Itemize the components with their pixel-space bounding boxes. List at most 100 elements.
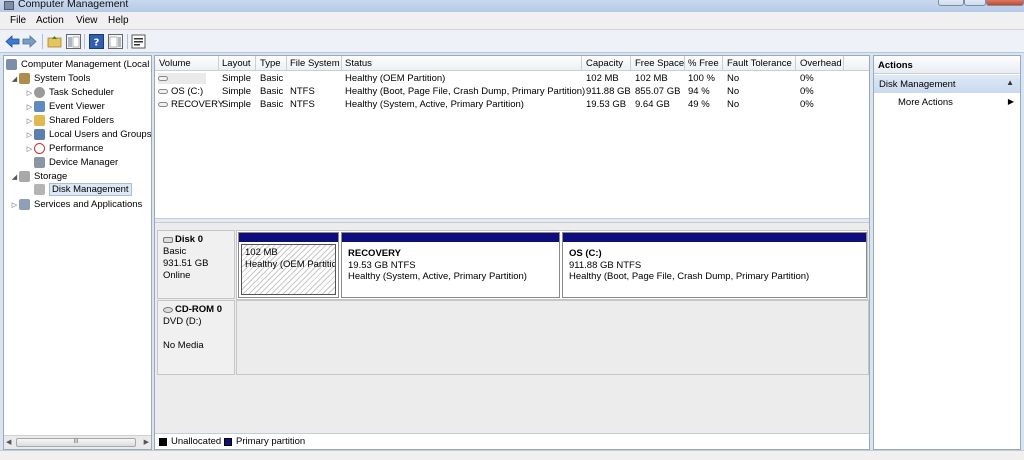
disk-name: Disk 0	[175, 234, 203, 245]
close-button[interactable]	[986, 0, 1024, 6]
table-row[interactable]: Simple Basic Healthy (OEM Partition) 102…	[155, 72, 869, 85]
collapsed-arrow-icon[interactable]: ▷	[25, 145, 34, 153]
tree-item-shared-folders[interactable]: ▷ Shared Folders	[25, 114, 114, 127]
expanded-arrow-icon[interactable]: ◢	[10, 173, 19, 181]
tree-item-task-scheduler[interactable]: ▷ Task Scheduler	[25, 86, 114, 99]
tree-item-system-tools[interactable]: ◢ System Tools	[10, 72, 90, 85]
tree-item-disk-management[interactable]: Disk Management	[34, 183, 132, 196]
actions-section-label: Disk Management	[879, 79, 956, 90]
column-percent-free[interactable]: % Free	[688, 58, 719, 69]
column-separator[interactable]	[630, 56, 631, 71]
column-separator[interactable]	[684, 56, 685, 71]
tree-item-label: System Tools	[34, 73, 91, 84]
menu-action[interactable]: Action	[36, 15, 64, 26]
tree-item-services-applications[interactable]: ▷ Services and Applications	[10, 198, 142, 211]
cdrom-0-label[interactable]: CD-ROM 0 DVD (D:) No Media	[157, 300, 235, 375]
menu-view[interactable]: View	[76, 15, 98, 26]
minimize-button[interactable]	[938, 0, 964, 6]
show-pane-icon[interactable]	[108, 34, 123, 49]
menu-file[interactable]: File	[10, 15, 26, 26]
column-volume[interactable]: Volume	[159, 58, 191, 69]
status-bar	[0, 450, 1024, 460]
partition-status: Healthy (OEM Partitio	[245, 258, 336, 270]
column-capacity[interactable]: Capacity	[586, 58, 623, 69]
column-status[interactable]: Status	[345, 58, 372, 69]
partition-recovery[interactable]: RECOVERY 19.53 GB NTFS Healthy (System, …	[341, 232, 560, 298]
partition-os[interactable]: OS (C:) 911.88 GB NTFS Healthy (Boot, Pa…	[562, 232, 867, 298]
collapsed-arrow-icon[interactable]: ▷	[25, 103, 34, 111]
column-file-system[interactable]: File System	[290, 58, 340, 69]
clock-icon	[34, 87, 45, 98]
cdrom-0-area	[236, 300, 869, 375]
partition-size: 102 MB	[245, 247, 278, 258]
primary-partition-bar	[563, 233, 866, 242]
partition-body: 102 MB Healthy (OEM Partitio	[241, 244, 336, 295]
volume-list-header: Volume Layout Type File System Status Ca…	[155, 56, 869, 71]
tree-item-storage[interactable]: ◢ Storage	[10, 170, 67, 183]
tree-item-label: Computer Management (Local	[21, 59, 150, 70]
scroll-right-icon[interactable]: ▶	[144, 438, 149, 446]
column-separator[interactable]	[843, 56, 844, 71]
column-layout[interactable]: Layout	[222, 58, 251, 69]
collapse-up-icon[interactable]: ▲	[1006, 78, 1014, 87]
volume-cell: OS (C:)	[158, 86, 203, 97]
table-row[interactable]: OS (C:) Simple Basic NTFS Healthy (Boot,…	[155, 85, 869, 98]
column-separator[interactable]	[286, 56, 287, 71]
maximize-button[interactable]	[964, 0, 986, 6]
window-title: Computer Management	[18, 0, 129, 10]
legend-primary-partition: Primary partition	[236, 436, 306, 447]
properties-icon[interactable]	[131, 34, 146, 49]
services-icon	[19, 199, 30, 210]
horizontal-scrollbar[interactable]: ◀ III ▶	[4, 435, 151, 449]
column-separator[interactable]	[795, 56, 796, 71]
collapsed-arrow-icon[interactable]: ▷	[10, 201, 19, 209]
tree-item-device-manager[interactable]: Device Manager	[34, 156, 118, 169]
column-fault-tolerance[interactable]: Fault Tolerance	[727, 58, 792, 69]
column-separator[interactable]	[255, 56, 256, 71]
disk-0-label[interactable]: Disk 0 Basic 931.51 GB Online	[157, 230, 235, 299]
table-row[interactable]: RECOVERY Simple Basic NTFS Healthy (Syst…	[155, 98, 869, 111]
volume-cell	[158, 73, 206, 84]
up-folder-icon[interactable]	[47, 34, 62, 49]
device-manager-icon	[34, 157, 45, 168]
column-separator[interactable]	[341, 56, 342, 71]
help-icon[interactable]: ?	[89, 34, 104, 49]
tree-item-local-users-groups[interactable]: ▷ Local Users and Groups	[25, 128, 151, 141]
fault-tolerance-cell: No	[727, 86, 740, 97]
computer-management-icon	[6, 59, 17, 70]
overhead-cell: 0%	[800, 73, 814, 84]
tree-item-label: Performance	[49, 143, 104, 154]
computer-management-icon	[4, 1, 14, 10]
partition-size: 19.53 GB NTFS	[348, 259, 416, 271]
menu-help[interactable]: Help	[108, 15, 129, 26]
more-actions-item[interactable]: More Actions ▶	[898, 97, 1018, 108]
column-separator[interactable]	[218, 56, 219, 71]
expanded-arrow-icon[interactable]: ◢	[10, 75, 19, 83]
back-arrow-icon[interactable]	[5, 34, 20, 49]
column-overhead[interactable]: Overhead	[800, 58, 842, 69]
collapsed-arrow-icon[interactable]: ▷	[25, 131, 34, 139]
collapsed-arrow-icon[interactable]: ▷	[25, 117, 34, 125]
scrollbar-thumb[interactable]: III	[16, 438, 136, 447]
tree-item-computer-management[interactable]: Computer Management (Local	[6, 58, 149, 71]
hard-disk-icon	[163, 237, 173, 243]
partition-oem[interactable]: 102 MB Healthy (OEM Partitio	[238, 232, 339, 298]
actions-section-disk-management[interactable]: Disk Management ▲	[874, 75, 1020, 93]
column-separator[interactable]	[581, 56, 582, 71]
legend: Unallocated Primary partition	[155, 433, 869, 449]
scroll-left-icon[interactable]: ◀	[6, 438, 11, 446]
column-type[interactable]: Type	[260, 58, 281, 69]
actions-title: Actions	[874, 56, 1020, 74]
fault-tolerance-cell: No	[727, 73, 740, 84]
column-free-space[interactable]: Free Space	[635, 58, 684, 69]
file-system-cell: NTFS	[290, 99, 315, 110]
show-tree-icon[interactable]	[66, 34, 81, 49]
actions-pane: Actions Disk Management ▲ More Actions ▶	[873, 55, 1021, 450]
column-separator[interactable]	[722, 56, 723, 71]
tree-item-event-viewer[interactable]: ▷ Event Viewer	[25, 100, 105, 113]
disk-status: Online	[163, 270, 191, 281]
tree-item-performance[interactable]: ▷ Performance	[25, 142, 103, 155]
tree-item-label: Storage	[34, 171, 68, 182]
forward-arrow-icon[interactable]	[22, 34, 37, 49]
collapsed-arrow-icon[interactable]: ▷	[25, 89, 34, 97]
